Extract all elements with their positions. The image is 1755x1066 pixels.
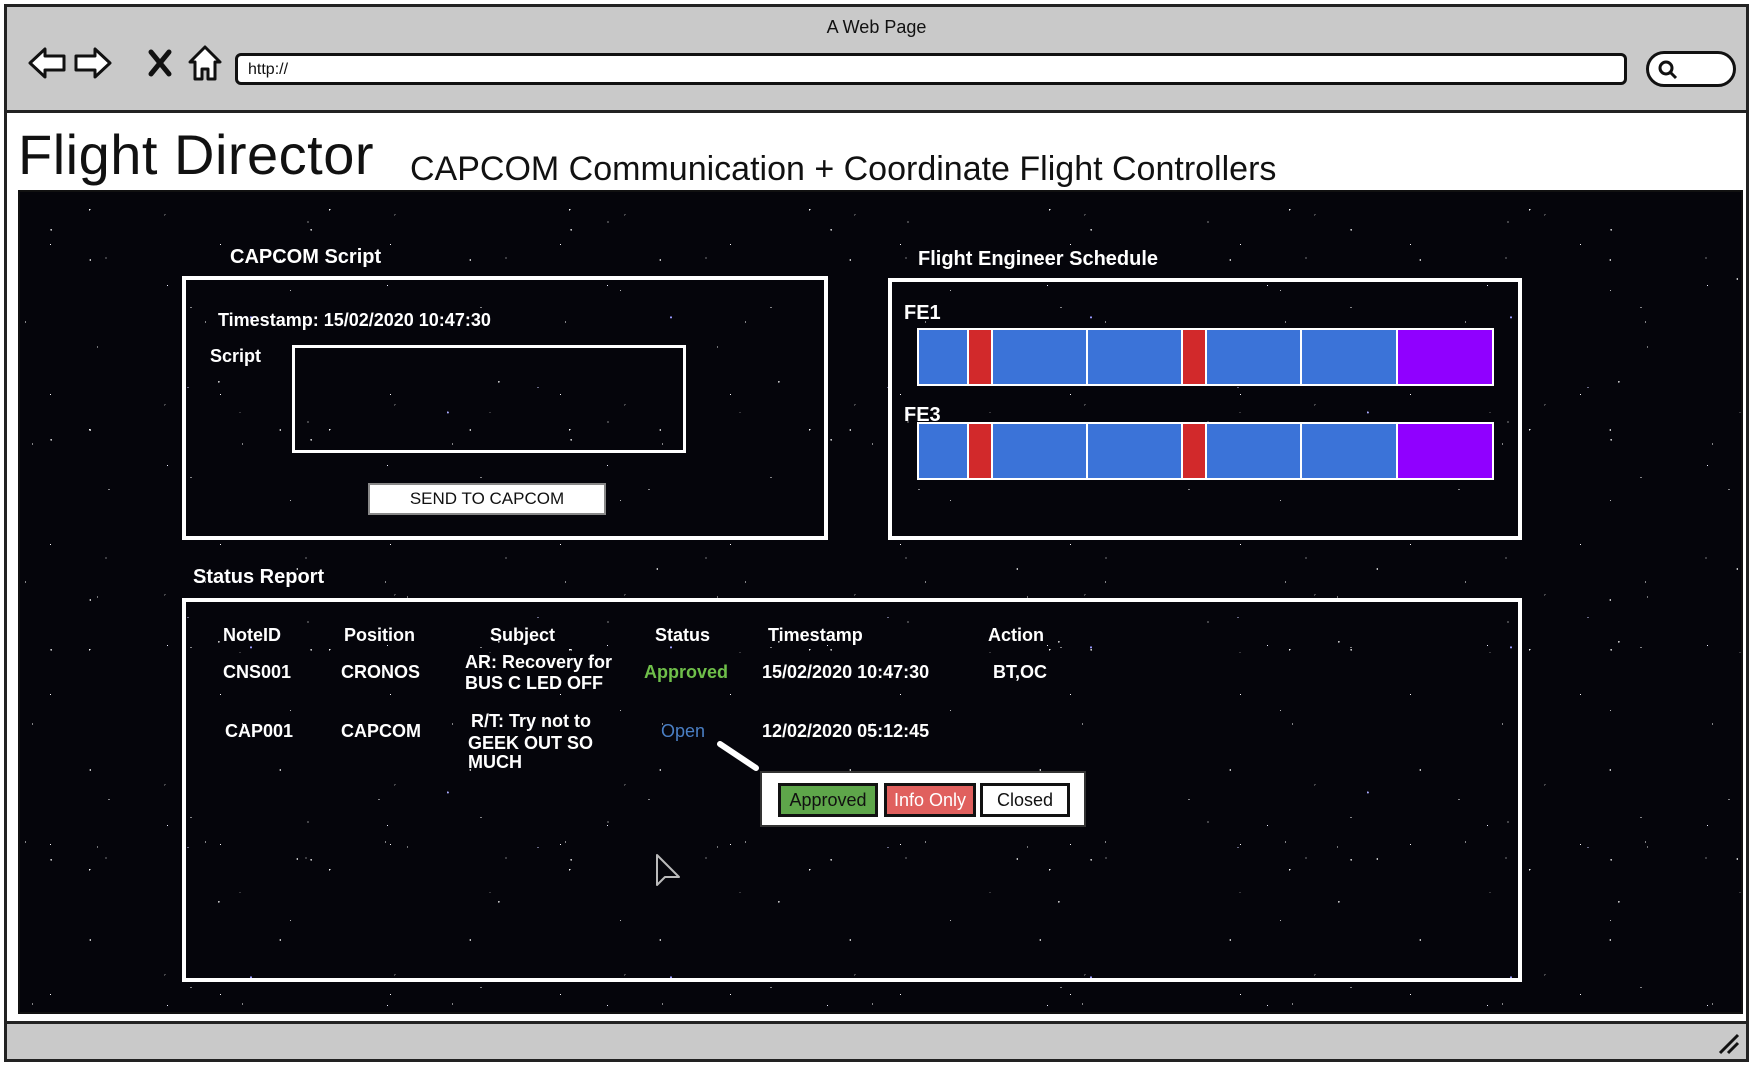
status-options-popup: Approved Info Only Closed — [760, 771, 1086, 827]
schedule-panel — [888, 278, 1522, 540]
column-header-action: Action — [988, 625, 1044, 645]
row-noteid: CAP001 — [225, 721, 294, 741]
search-icon — [1658, 60, 1678, 80]
column-header-noteid: NoteID — [223, 625, 281, 645]
capcom-timestamp: Timestamp: 15/02/2020 10:47:30 — [218, 310, 491, 330]
row-subject-line2: BUS C LED OFF — [465, 673, 603, 693]
row-action: BT,OC — [993, 662, 1047, 682]
row-subject-line1: AR: Recovery for — [465, 652, 613, 672]
schedule-block-blue[interactable] — [1087, 330, 1184, 384]
url-text: http:// — [248, 61, 289, 78]
column-header-subject: Subject — [490, 625, 556, 645]
status-option-approved[interactable]: Approved — [778, 783, 878, 817]
row-noteid: CNS001 — [223, 662, 292, 682]
schedule-block-blue[interactable] — [1087, 424, 1184, 478]
fe3-timeline — [917, 422, 1494, 480]
row-position: CRONOS — [341, 662, 421, 682]
column-header-position: Position — [344, 625, 415, 645]
url-input[interactable]: http:// — [235, 53, 1627, 85]
status-report-heading: Status Report — [193, 566, 325, 588]
fe1-timeline — [917, 328, 1494, 386]
row-subject-line1: R/T: Try not to — [471, 711, 591, 731]
schedule-block-blue[interactable] — [992, 424, 1088, 478]
page-title: Flight Director — [18, 123, 375, 186]
column-header-timestamp: Timestamp — [768, 625, 863, 645]
schedule-block-purple[interactable] — [1397, 330, 1492, 384]
fe1-label: FE1 — [904, 302, 941, 324]
row-timestamp: 12/02/2020 05:12:45 — [762, 721, 930, 741]
popup-connector — [717, 741, 759, 771]
resize-grip-icon[interactable] — [1714, 1031, 1740, 1055]
schedule-block-blue[interactable] — [1302, 424, 1398, 478]
schedule-block-red[interactable] — [968, 330, 993, 384]
script-label: Script — [210, 346, 262, 366]
row-subject-line3: MUCH — [468, 752, 522, 772]
page-subtitle: CAPCOM Communication + Coordinate Flight… — [410, 150, 1277, 188]
stop-icon[interactable] — [145, 43, 175, 83]
browser-status-bar — [7, 1021, 1746, 1059]
schedule-block-blue[interactable] — [1207, 330, 1303, 384]
column-header-status: Status — [655, 625, 711, 645]
home-icon[interactable] — [185, 43, 225, 83]
forward-icon[interactable] — [71, 43, 115, 83]
row-subject-line2: GEEK OUT SO — [468, 733, 594, 753]
schedule-block-red[interactable] — [1183, 330, 1207, 384]
status-option-info-only[interactable]: Info Only — [884, 783, 976, 817]
mouse-cursor-icon — [656, 854, 680, 886]
schedule-block-blue[interactable] — [919, 330, 969, 384]
send-to-capcom-button[interactable]: SEND TO CAPCOM — [368, 483, 606, 515]
status-open-dropdown[interactable]: Open — [661, 721, 705, 741]
schedule-block-red[interactable] — [968, 424, 993, 478]
capcom-script-heading: CAPCOM Script — [230, 246, 382, 268]
back-icon[interactable] — [25, 43, 69, 83]
row-timestamp: 15/02/2020 10:47:30 — [762, 662, 930, 682]
schedule-block-red[interactable] — [1183, 424, 1207, 478]
browser-chrome: A Web Page http:// — [7, 7, 1746, 113]
row-position: CAPCOM — [341, 721, 421, 741]
schedule-block-blue[interactable] — [1302, 330, 1398, 384]
status-approved-text[interactable]: Approved — [644, 662, 728, 682]
schedule-block-blue[interactable] — [992, 330, 1088, 384]
schedule-block-blue[interactable] — [1207, 424, 1303, 478]
status-option-closed[interactable]: Closed — [980, 783, 1070, 817]
script-textarea[interactable] — [292, 345, 686, 453]
schedule-block-purple[interactable] — [1397, 424, 1492, 478]
schedule-heading: Flight Engineer Schedule — [918, 248, 1159, 270]
browser-search-field[interactable] — [1646, 51, 1736, 87]
schedule-block-blue[interactable] — [919, 424, 969, 478]
window-title: A Web Page — [826, 17, 927, 37]
